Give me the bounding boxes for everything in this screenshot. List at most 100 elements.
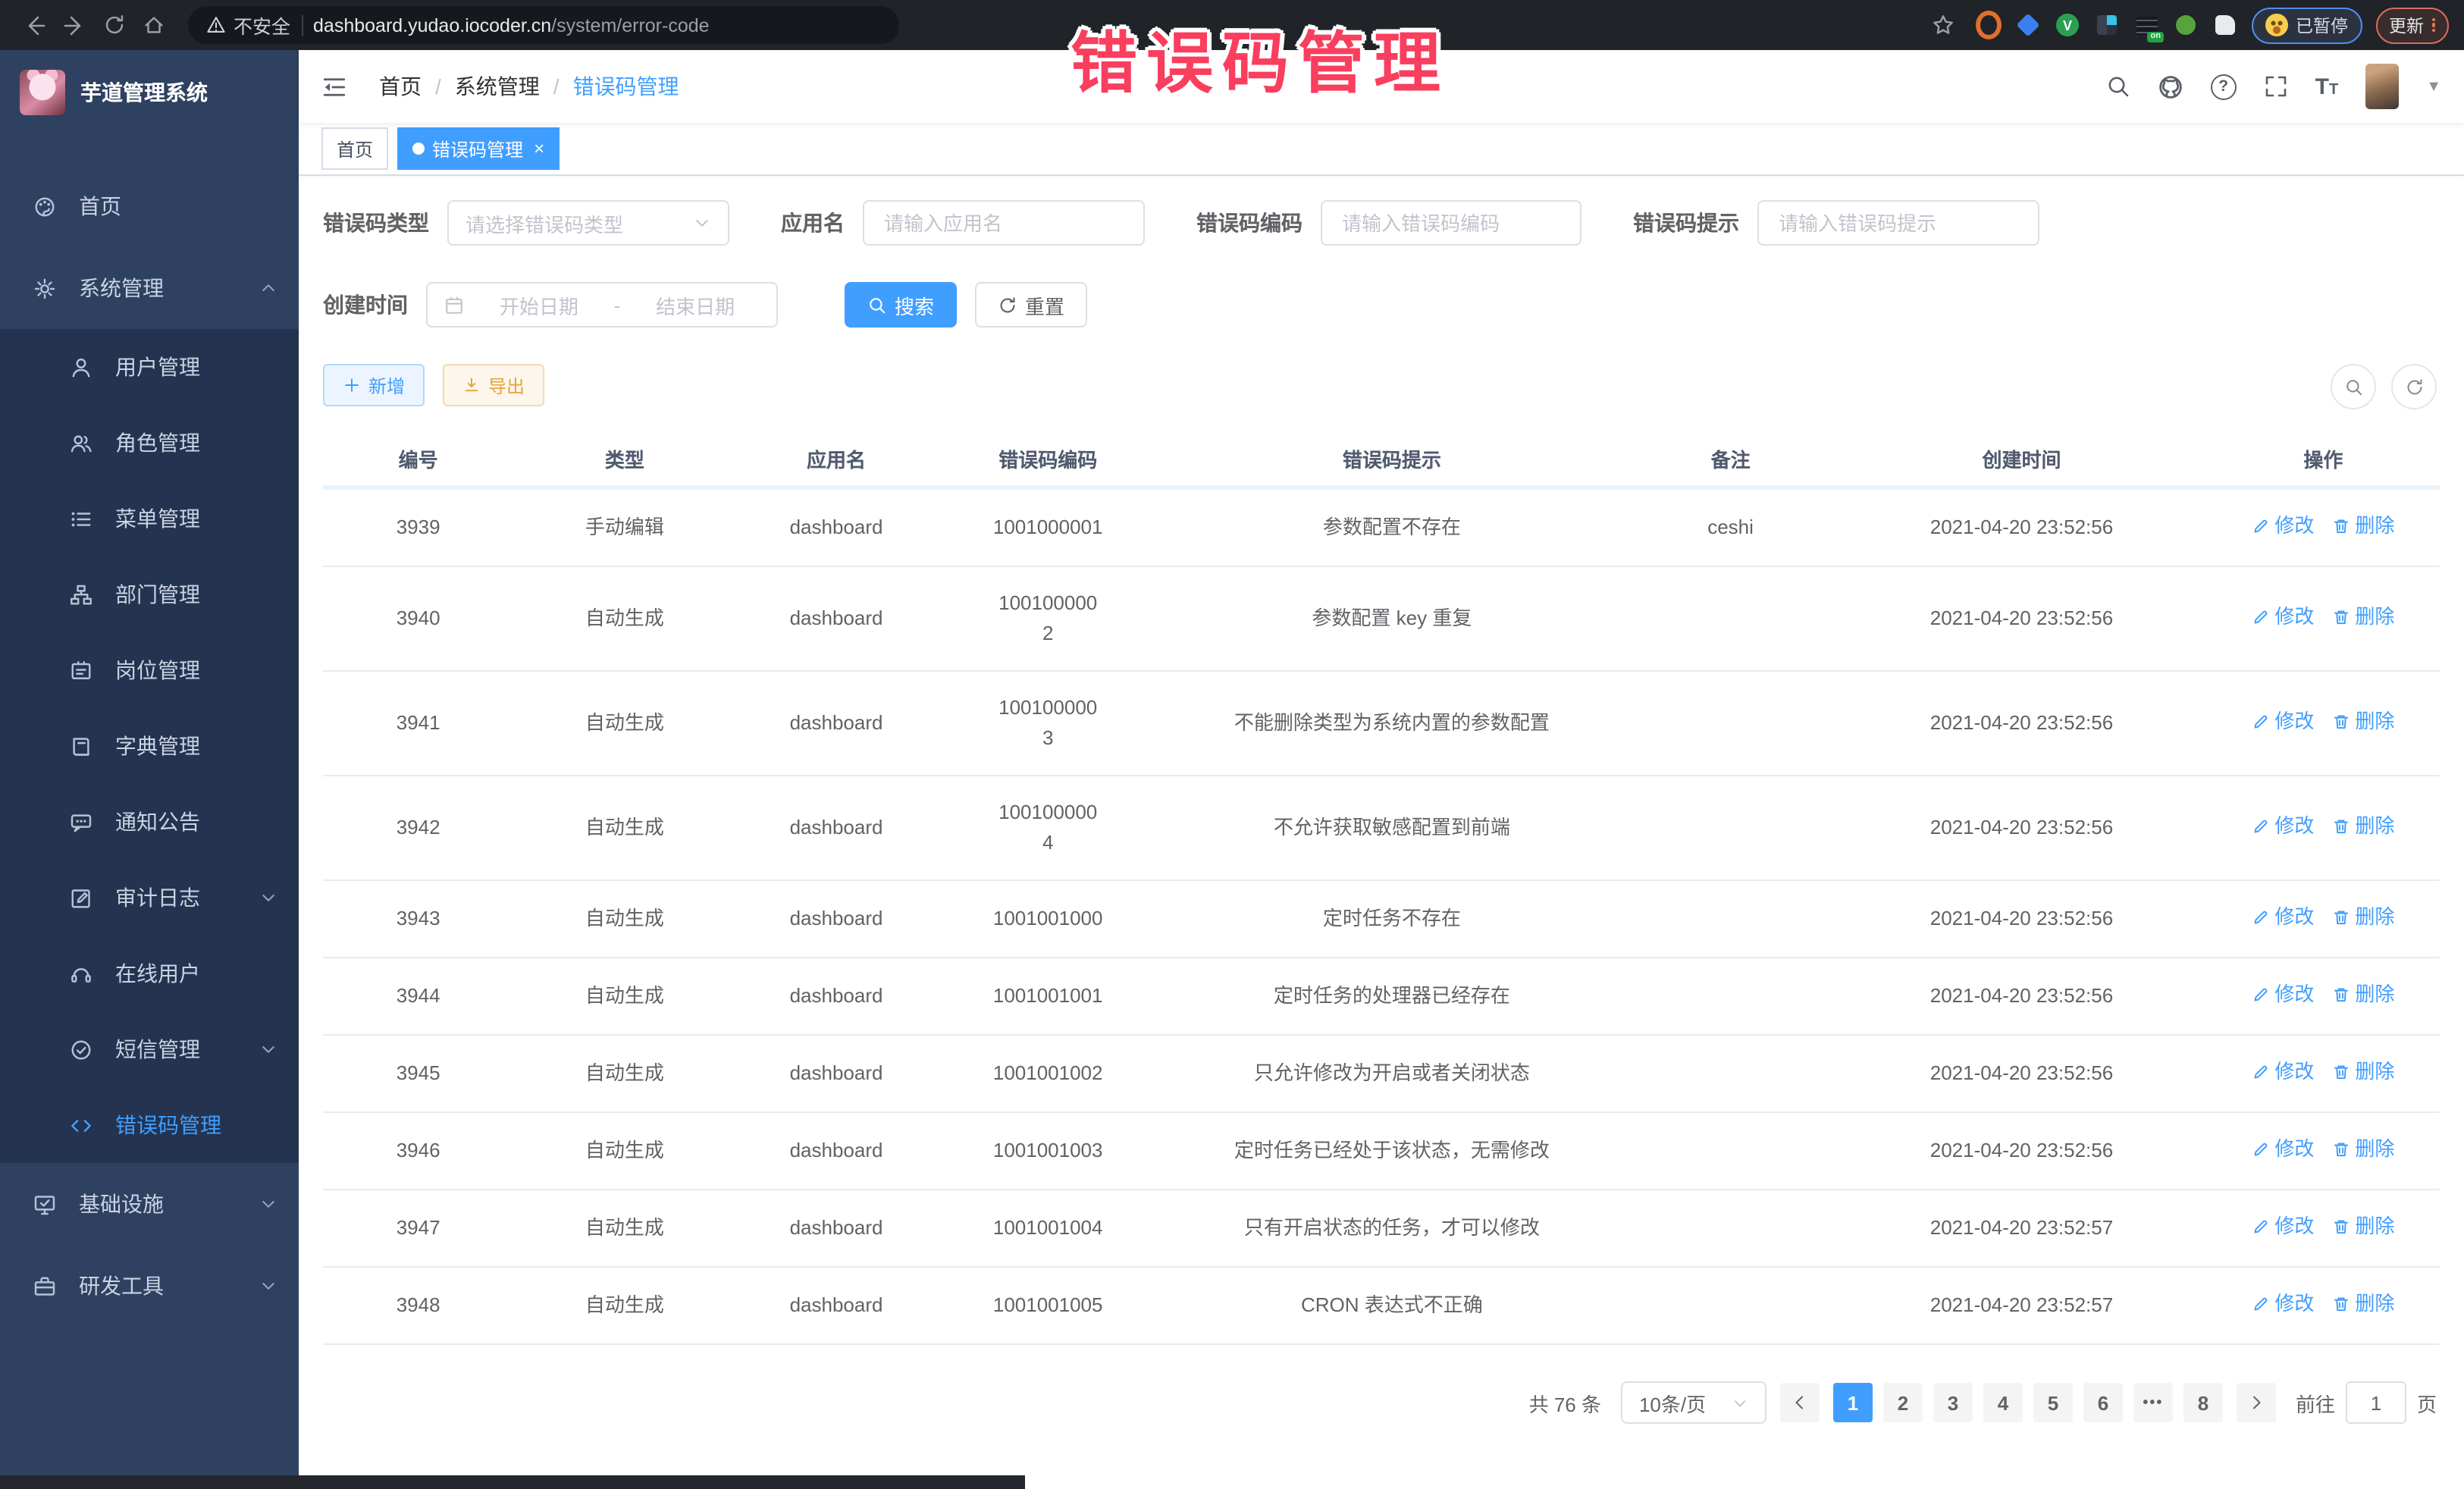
sidebar-item[interactable]: 短信管理 bbox=[0, 1011, 299, 1087]
edit-link[interactable]: 修改 bbox=[2252, 707, 2314, 737]
table-row[interactable]: 3943自动生成dashboard1001001000定时任务不存在2021-0… bbox=[323, 880, 2440, 958]
help-icon[interactable]: ? bbox=[2211, 74, 2237, 99]
next-page-button[interactable] bbox=[2237, 1383, 2276, 1422]
user-avatar[interactable] bbox=[2365, 64, 2399, 109]
tab-error-code[interactable]: 错误码管理 × bbox=[397, 127, 560, 170]
pagination-page[interactable]: 5 bbox=[2033, 1383, 2073, 1422]
browser-forward-icon[interactable] bbox=[55, 5, 94, 45]
extension-icon[interactable] bbox=[2094, 12, 2120, 38]
font-size-icon[interactable]: TT bbox=[2315, 75, 2339, 98]
table-row[interactable]: 3944自动生成dashboard1001001001定时任务的处理器已经存在2… bbox=[323, 958, 2440, 1035]
delete-link[interactable]: 删除 bbox=[2332, 1289, 2394, 1319]
browser-reload-icon[interactable] bbox=[94, 5, 133, 45]
browser-menu-icon[interactable] bbox=[2431, 18, 2435, 33]
extensions-puzzle-icon[interactable] bbox=[2212, 12, 2238, 38]
sidebar-item[interactable]: 字典管理 bbox=[0, 708, 299, 784]
browser-back-icon[interactable] bbox=[15, 5, 55, 45]
delete-link[interactable]: 删除 bbox=[2332, 707, 2394, 737]
edit-link[interactable]: 修改 bbox=[2252, 602, 2314, 632]
pagination-more[interactable]: ••• bbox=[2133, 1383, 2173, 1422]
app-name-input[interactable] bbox=[881, 210, 1127, 236]
table-row[interactable]: 3946自动生成dashboard1001001003定时任务已经处于该状态，无… bbox=[323, 1112, 2440, 1190]
sidebar-item[interactable]: 研发工具 bbox=[0, 1245, 299, 1327]
extension-icon[interactable]: V bbox=[2055, 12, 2080, 38]
error-msg-input[interactable] bbox=[1776, 210, 2021, 236]
sidebar-item[interactable]: 系统管理 bbox=[0, 247, 299, 329]
sidebar-item[interactable]: 在线用户 bbox=[0, 936, 299, 1011]
edit-link[interactable]: 修改 bbox=[2252, 1289, 2314, 1319]
sidebar-item[interactable]: 岗位管理 bbox=[0, 632, 299, 708]
sidebar-item[interactable]: 通知公告 bbox=[0, 784, 299, 860]
sidebar-item[interactable]: 部门管理 bbox=[0, 556, 299, 632]
chevron-down-icon[interactable]: ▼ bbox=[2426, 78, 2441, 95]
delete-link[interactable]: 删除 bbox=[2332, 902, 2394, 933]
breadcrumb-home[interactable]: 首页 bbox=[379, 71, 422, 102]
page-size-select[interactable]: 10条/页 bbox=[1621, 1381, 1766, 1424]
sidebar-item[interactable]: 基础设施 bbox=[0, 1163, 299, 1245]
table-row[interactable]: 3940自动生成dashboard100100000 2参数配置 key 重复2… bbox=[323, 566, 2440, 671]
edit-link[interactable]: 修改 bbox=[2252, 1134, 2314, 1165]
table-row[interactable]: 3942自动生成dashboard100100000 4不允许获取敏感配置到前端… bbox=[323, 776, 2440, 880]
header-search-icon[interactable] bbox=[2106, 74, 2130, 99]
pagination-page[interactable]: 3 bbox=[1933, 1383, 1973, 1422]
show-search-icon[interactable] bbox=[2331, 364, 2376, 409]
table-row[interactable]: 3947自动生成dashboard1001001004只有开启状态的任务，才可以… bbox=[323, 1190, 2440, 1267]
pagination-page[interactable]: 6 bbox=[2083, 1383, 2123, 1422]
github-icon[interactable] bbox=[2158, 74, 2183, 99]
prev-page-button[interactable] bbox=[1780, 1383, 1820, 1422]
table-row[interactable]: 3945自动生成dashboard1001001002只允许修改为开启或者关闭状… bbox=[323, 1035, 2440, 1112]
edit-link[interactable]: 修改 bbox=[2252, 1057, 2314, 1087]
error-code-input[interactable] bbox=[1339, 210, 1563, 236]
extension-icon[interactable] bbox=[2173, 12, 2199, 38]
delete-link[interactable]: 删除 bbox=[2332, 602, 2394, 632]
browser-update-button[interactable]: 更新 bbox=[2375, 7, 2449, 43]
search-button[interactable]: 搜索 bbox=[845, 282, 957, 328]
goto-page-input[interactable] bbox=[2346, 1381, 2406, 1424]
add-button[interactable]: 新增 bbox=[323, 364, 425, 406]
sidebar-toggle-icon[interactable] bbox=[321, 74, 355, 99]
date-end-input[interactable]: 结束日期 bbox=[631, 290, 760, 319]
tab-home[interactable]: 首页 bbox=[321, 127, 388, 170]
sidebar-item[interactable]: 首页 bbox=[0, 165, 299, 247]
delete-link[interactable]: 删除 bbox=[2332, 511, 2394, 541]
date-start-input[interactable]: 开始日期 bbox=[475, 290, 603, 319]
delete-link[interactable]: 删除 bbox=[2332, 1057, 2394, 1087]
pagination-page[interactable]: 8 bbox=[2183, 1383, 2223, 1422]
edit-link[interactable]: 修改 bbox=[2252, 980, 2314, 1010]
table-row[interactable]: 3948自动生成dashboard1001001005CRON 表达式不正确20… bbox=[323, 1267, 2440, 1344]
sidebar-item[interactable]: 用户管理 bbox=[0, 329, 299, 405]
profile-paused-badge[interactable]: 已暂停 bbox=[2252, 7, 2362, 43]
breadcrumb-system[interactable]: 系统管理 bbox=[455, 71, 540, 102]
sidebar-item[interactable]: 菜单管理 bbox=[0, 481, 299, 556]
edit-link[interactable]: 修改 bbox=[2252, 902, 2314, 933]
refresh-table-icon[interactable] bbox=[2391, 364, 2437, 409]
sidebar-item[interactable]: 错误码管理 bbox=[0, 1087, 299, 1163]
delete-link[interactable]: 删除 bbox=[2332, 811, 2394, 842]
error-type-select[interactable]: 请选择错误码类型 bbox=[447, 200, 729, 246]
extension-icon[interactable] bbox=[2015, 12, 2041, 38]
bookmark-star-icon[interactable] bbox=[1923, 5, 1962, 45]
sidebar-item[interactable]: 角色管理 bbox=[0, 405, 299, 481]
edit-link[interactable]: 修改 bbox=[2252, 1212, 2314, 1242]
fullscreen-icon[interactable] bbox=[2264, 74, 2288, 99]
pagination-page[interactable]: 1 bbox=[1833, 1383, 1873, 1422]
delete-link[interactable]: 删除 bbox=[2332, 980, 2394, 1010]
pagination-page[interactable]: 2 bbox=[1883, 1383, 1923, 1422]
address-bar[interactable]: 不安全 dashboard.yudao.iocoder.cn/system/er… bbox=[188, 6, 899, 44]
date-range-picker[interactable]: 开始日期 - 结束日期 bbox=[426, 282, 778, 328]
delete-link[interactable]: 删除 bbox=[2332, 1134, 2394, 1165]
edit-link[interactable]: 修改 bbox=[2252, 511, 2314, 541]
reset-button[interactable]: 重置 bbox=[975, 282, 1087, 328]
extension-icon[interactable]: on bbox=[2133, 12, 2159, 38]
browser-home-icon[interactable] bbox=[133, 5, 173, 45]
close-tab-icon[interactable]: × bbox=[534, 139, 544, 158]
pagination-page[interactable]: 4 bbox=[1983, 1383, 2023, 1422]
sidebar-item[interactable]: 审计日志 bbox=[0, 860, 299, 936]
delete-link[interactable]: 删除 bbox=[2332, 1212, 2394, 1242]
export-button[interactable]: 导出 bbox=[443, 364, 544, 406]
extension-icon[interactable] bbox=[1976, 12, 2002, 38]
edit-link[interactable]: 修改 bbox=[2252, 811, 2314, 842]
app-logo-row[interactable]: 芋道管理系统 bbox=[0, 50, 299, 135]
table-row[interactable]: 3941自动生成dashboard100100000 3不能删除类型为系统内置的… bbox=[323, 671, 2440, 776]
table-row[interactable]: 3939手动编辑dashboard1001000001参数配置不存在ceshi2… bbox=[323, 487, 2440, 566]
